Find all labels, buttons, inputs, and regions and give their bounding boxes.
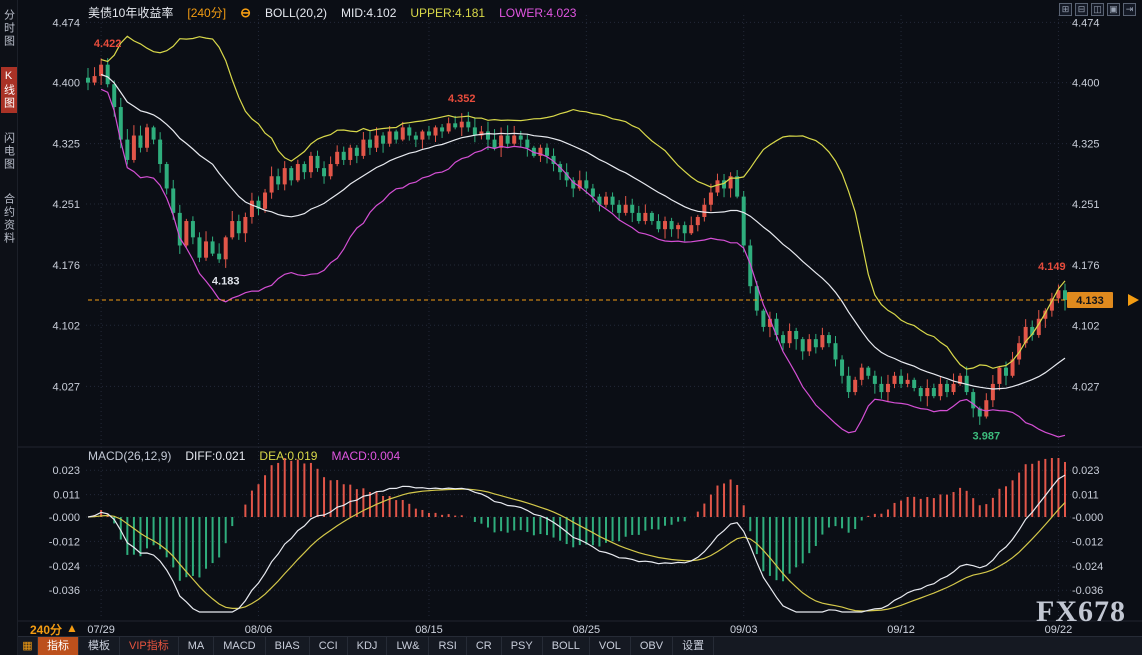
svg-text:4.133: 4.133 — [1076, 295, 1104, 307]
diff-line — [88, 475, 1065, 612]
toolbar-item[interactable]: OBV — [631, 637, 673, 655]
price-chart[interactable]: 4.1334.4224.3524.1834.1493.9874.4744.474… — [0, 0, 1142, 655]
split-panel-icon[interactable]: ◫ — [1091, 3, 1104, 16]
expand-panel-icon[interactable]: ⇥ — [1123, 3, 1136, 16]
svg-text:4.176: 4.176 — [52, 260, 80, 272]
macd-panel: 0.023 0.023 0.011 0.011 -0.000 -0.000 -0.012 -0… — [49, 458, 1103, 612]
period-tag[interactable]: [240分] — [187, 4, 226, 21]
toolbar-item[interactable]: RSI — [429, 637, 466, 655]
svg-text:-0.000: -0.000 — [49, 512, 80, 524]
date-label: 09/03 — [730, 624, 758, 636]
svg-text:4.251: 4.251 — [1072, 199, 1100, 211]
svg-text:-0.036: -0.036 — [49, 585, 80, 597]
macd-label: MACD(26,12,9) — [88, 449, 171, 463]
svg-text:4.176: 4.176 — [1072, 260, 1100, 272]
svg-text:-0.012: -0.012 — [49, 536, 80, 548]
dea-line — [88, 489, 1065, 611]
instrument-title: 美债10年收益率 — [88, 4, 173, 21]
window-controls: ⊞⊟◫▣⇥ — [1059, 3, 1136, 16]
macd-diff-value: DIFF:0.021 — [185, 449, 245, 463]
svg-text:4.027: 4.027 — [1072, 381, 1100, 393]
chart-header: 美债10年收益率 [240分] ⊖ BOLL(20,2) MID:4.102 U… — [88, 4, 576, 21]
toolbar-menu-icon[interactable]: ▦ — [18, 637, 38, 655]
toolbar-item[interactable]: CR — [467, 637, 502, 655]
macd-macd-value: MACD:0.004 — [331, 449, 400, 463]
toolbar-item[interactable]: LW& — [387, 637, 429, 655]
price-annotation: 4.422 — [94, 38, 122, 50]
price-axis-labels: 4.474 4.474 4.400 4.400 4.325 4.325 4.251 4.251… — [52, 17, 1099, 393]
sidebar-item-contract-info[interactable]: 合约资料 — [1, 190, 17, 248]
macd-histogram — [95, 458, 1065, 581]
svg-text:4.251: 4.251 — [52, 199, 80, 211]
toolbar-item[interactable]: VIP指标 — [120, 637, 179, 655]
svg-text:-0.024: -0.024 — [49, 561, 80, 573]
price-annotation: 4.149 — [1038, 261, 1066, 273]
price-annotation: 3.987 — [973, 430, 1001, 442]
collapse-indicator-icon[interactable]: ⊖ — [240, 5, 251, 21]
svg-text:-0.000: -0.000 — [1072, 512, 1103, 524]
svg-text:4.474: 4.474 — [52, 17, 80, 29]
toolbar-item[interactable]: MA — [179, 637, 215, 655]
sidebar-item-kline-chart[interactable]: K线图 — [1, 67, 17, 113]
boll-lower-line — [101, 89, 1065, 437]
cascade-panels-icon[interactable]: ▣ — [1107, 3, 1120, 16]
svg-text:4.400: 4.400 — [52, 78, 80, 90]
candles — [86, 58, 1067, 425]
svg-text:4.325: 4.325 — [1072, 139, 1100, 151]
svg-text:4.325: 4.325 — [52, 139, 80, 151]
date-label: 08/15 — [415, 624, 443, 636]
svg-text:4.102: 4.102 — [1072, 320, 1100, 332]
price-annotation: 4.352 — [448, 93, 476, 105]
toolbar-item[interactable]: BIAS — [266, 637, 310, 655]
toolbar-item[interactable]: CCI — [310, 637, 348, 655]
sidebar-item-time-chart[interactable]: 分时图 — [1, 6, 17, 51]
sidebar-item-flash-chart[interactable]: 闪电图 — [1, 129, 17, 174]
date-label: 08/06 — [245, 624, 273, 636]
watermark: FX678 — [1036, 595, 1126, 629]
toolbar-item[interactable]: VOL — [590, 637, 631, 655]
left-sidebar: 分时图 K线图 闪电图 合约资料 — [0, 0, 18, 655]
date-label: 07/29 — [87, 624, 115, 636]
tile-panels-icon[interactable]: ⊟ — [1075, 3, 1088, 16]
date-label: 09/12 — [887, 624, 915, 636]
boll-upper-value: UPPER:4.181 — [410, 6, 485, 20]
svg-text:0.023: 0.023 — [1072, 465, 1100, 477]
last-price-line: 4.133 — [88, 292, 1139, 308]
toolbar-item[interactable]: BOLL — [543, 637, 590, 655]
price-annotation: 4.183 — [212, 276, 240, 288]
svg-text:4.400: 4.400 — [1072, 78, 1100, 90]
trading-app-window: 分时图 K线图 闪电图 合约资料 4.133 4.422 4.352 4.183 4.1… — [0, 0, 1142, 655]
bottom-toolbar: ▦指标模板VIP指标MAMACDBIASCCIKDJLW&RSICRPSYBOL… — [18, 636, 1142, 655]
svg-text:-0.024: -0.024 — [1072, 561, 1103, 573]
svg-text:-0.012: -0.012 — [1072, 536, 1103, 548]
toolbar-item[interactable]: MACD — [214, 637, 265, 655]
macd-dea-value: DEA:0.019 — [259, 449, 317, 463]
svg-text:0.011: 0.011 — [1072, 490, 1099, 502]
new-panel-icon[interactable]: ⊞ — [1059, 3, 1072, 16]
toolbar-item[interactable]: 指标 — [38, 637, 79, 655]
gridlines — [86, 15, 1071, 617]
svg-text:4.027: 4.027 — [52, 381, 80, 393]
date-label: 08/25 — [573, 624, 601, 636]
toolbar-item[interactable]: 设置 — [673, 637, 714, 655]
toolbar-item[interactable]: KDJ — [348, 637, 388, 655]
toolbar-item[interactable]: 模板 — [79, 637, 120, 655]
svg-text:0.023: 0.023 — [52, 465, 80, 477]
svg-text:4.102: 4.102 — [52, 320, 80, 332]
macd-header: MACD(26,12,9) DIFF:0.021 DEA:0.019 MACD:… — [88, 449, 400, 463]
latest-price-arrow-icon[interactable] — [1128, 294, 1139, 306]
boll-label: BOLL(20,2) — [265, 6, 327, 20]
boll-mid-value: MID:4.102 — [341, 6, 396, 20]
svg-text:4.474: 4.474 — [1072, 17, 1100, 29]
toolbar-item[interactable]: PSY — [502, 637, 543, 655]
date-axis-labels: 07/2908/0608/1508/2509/0309/1209/22 — [87, 624, 1072, 636]
svg-text:0.011: 0.011 — [53, 490, 80, 502]
boll-lower-value: LOWER:4.023 — [499, 6, 576, 20]
